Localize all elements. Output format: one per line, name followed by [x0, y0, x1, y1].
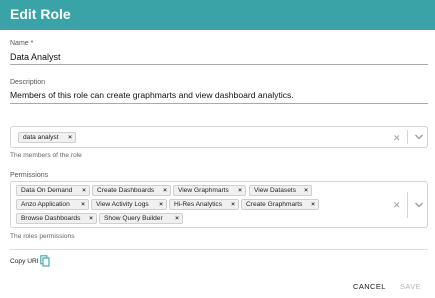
member-chip: data analyst ×: [18, 132, 76, 143]
save-button[interactable]: SAVE: [400, 282, 421, 291]
permission-chip: View Graphmarts ×: [173, 185, 246, 196]
copy-icon[interactable]: [40, 255, 50, 267]
close-icon[interactable]: ×: [89, 214, 93, 223]
description-field[interactable]: Members of this role can create graphmar…: [10, 90, 294, 100]
description-field-underline: [10, 103, 428, 104]
name-field[interactable]: Data Analyst: [10, 52, 61, 62]
name-field-underline: [10, 64, 428, 65]
permission-chip: Create Graphmarts ×: [241, 199, 319, 210]
permission-chip-label: Show Query Builder: [104, 215, 163, 222]
name-label: Name *: [10, 40, 34, 47]
cancel-button[interactable]: CANCEL: [353, 282, 386, 291]
permissions-select[interactable]: Data On Demand × Create Dashboards × Vie…: [10, 181, 428, 228]
permission-chip: Show Query Builder ×: [99, 213, 183, 224]
chevron-down-icon[interactable]: [414, 201, 424, 209]
close-icon[interactable]: ×: [231, 200, 235, 209]
permission-chip: View Datasets ×: [249, 185, 312, 196]
permission-chip-label: View Graphmarts: [178, 187, 229, 194]
permission-chip-label: Hi-Res Analytics: [174, 201, 223, 208]
permission-chip: Data On Demand ×: [16, 185, 90, 196]
copy-uri-link[interactable]: Copy URI: [10, 258, 39, 265]
permission-chip-label: View Datasets: [254, 187, 297, 194]
permission-chip: Browse Dashboards ×: [16, 213, 97, 224]
select-separator: [407, 130, 408, 144]
close-icon[interactable]: ×: [175, 214, 179, 223]
permission-chip: Create Dashboards ×: [92, 185, 171, 196]
clear-icon[interactable]: ✕: [393, 200, 401, 210]
close-icon[interactable]: ×: [238, 186, 242, 195]
close-icon[interactable]: ×: [82, 186, 86, 195]
members-select[interactable]: data analyst × ✕: [10, 126, 428, 148]
close-icon[interactable]: ×: [68, 133, 72, 142]
permissions-helper-text: The roles permissions: [10, 233, 75, 240]
close-icon[interactable]: ×: [81, 200, 85, 209]
permission-chip-label: View Activity Logs: [96, 201, 149, 208]
permission-chip-label: Data On Demand: [21, 187, 73, 194]
close-icon[interactable]: ×: [304, 186, 308, 195]
permissions-label: Permissions: [10, 172, 49, 179]
permission-chip-label: Create Graphmarts: [246, 201, 303, 208]
chevron-down-icon[interactable]: [414, 133, 424, 141]
close-icon[interactable]: ×: [311, 200, 315, 209]
close-icon[interactable]: ×: [159, 200, 163, 209]
select-separator: [407, 192, 408, 218]
description-label: Description: [10, 79, 46, 86]
permission-chip: Hi-Res Analytics ×: [169, 199, 239, 210]
member-chip-label: data analyst: [23, 134, 59, 141]
divider: [10, 249, 428, 250]
clear-icon[interactable]: ✕: [393, 133, 401, 143]
permission-chip: View Activity Logs ×: [91, 199, 167, 210]
dialog-title: Edit Role: [10, 6, 71, 22]
permission-chip: Anzo Application ×: [16, 199, 89, 210]
permission-chip-label: Create Dashboards: [97, 187, 155, 194]
permission-chip-label: Browse Dashboards: [21, 215, 81, 222]
dialog-header: Edit Role: [0, 0, 435, 30]
close-icon[interactable]: ×: [163, 186, 167, 195]
members-helper-text: The members of the role: [10, 152, 82, 159]
permission-chip-label: Anzo Application: [21, 201, 70, 208]
